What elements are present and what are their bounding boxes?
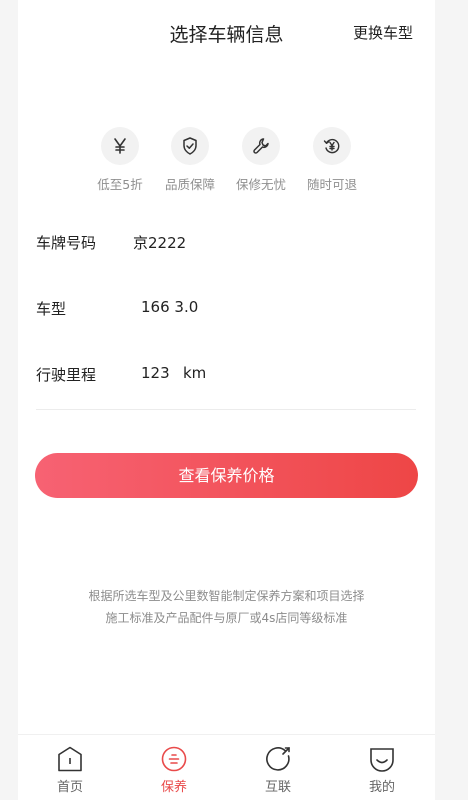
refund-icon — [313, 127, 351, 165]
plate-row[interactable]: 车牌号码 京2222 — [36, 232, 416, 252]
view-price-button[interactable]: 查看保养价格 — [35, 453, 418, 498]
mileage-label: 行驶里程 — [36, 366, 97, 384]
feature-label: 低至5折 — [97, 177, 143, 192]
shield-check-icon — [171, 127, 209, 165]
feature-quality: 品质保障 — [154, 127, 226, 193]
model-label: 车型 — [36, 300, 67, 318]
info-note-line-1: 根据所选车型及公里数智能制定保养方案和项目选择 — [88, 589, 365, 603]
plate-label: 车牌号码 — [36, 234, 97, 252]
feature-refund: 随时可退 — [296, 127, 368, 193]
info-note-line-2: 施工标准及产品配件与原厂或4s店同等级标准 — [105, 611, 348, 625]
home-icon — [58, 746, 82, 772]
model-row[interactable]: 车型 166 3.0 — [36, 298, 416, 318]
plate-value[interactable]: 京2222 — [133, 232, 186, 253]
feature-list: 低至5折 品质保障 保修无忧 随时可退 — [88, 127, 378, 197]
mileage-input[interactable]: 123 — [141, 364, 170, 382]
profile-icon — [370, 748, 394, 772]
mileage-unit: km — [183, 364, 207, 382]
divider — [36, 409, 416, 410]
mileage-row[interactable]: 行驶里程 123 km — [36, 364, 416, 384]
change-model-button[interactable]: 更换车型 — [353, 22, 413, 43]
connect-icon — [266, 747, 290, 771]
feature-discount: 低至5折 — [84, 127, 156, 193]
model-value[interactable]: 166 3.0 — [141, 298, 198, 316]
tab-label: 互联 — [264, 780, 291, 795]
tab-label: 保养 — [160, 780, 187, 795]
maintenance-icon — [161, 746, 187, 772]
feature-label: 品质保障 — [164, 177, 215, 192]
tab-profile[interactable]: 我的 — [352, 745, 412, 795]
tab-label: 我的 — [368, 780, 395, 795]
tab-maintenance[interactable]: 保养 — [144, 745, 204, 795]
bottom-tab-bar: 首页 保养 互联 我的 — [18, 734, 435, 800]
feature-label: 保修无忧 — [235, 177, 286, 192]
tab-home[interactable]: 首页 — [40, 745, 100, 795]
feature-warranty: 保修无忧 — [225, 127, 297, 193]
tab-connect[interactable]: 互联 — [248, 745, 308, 795]
tab-label: 首页 — [56, 780, 83, 795]
header: 选择车辆信息 更换车型 — [18, 0, 435, 62]
yen-icon — [101, 127, 139, 165]
wrench-icon — [242, 127, 280, 165]
page-panel: 选择车辆信息 更换车型 低至5折 品质保障 保修无忧 随时可退 车牌号码 京22… — [18, 0, 435, 800]
feature-label: 随时可退 — [306, 177, 357, 192]
